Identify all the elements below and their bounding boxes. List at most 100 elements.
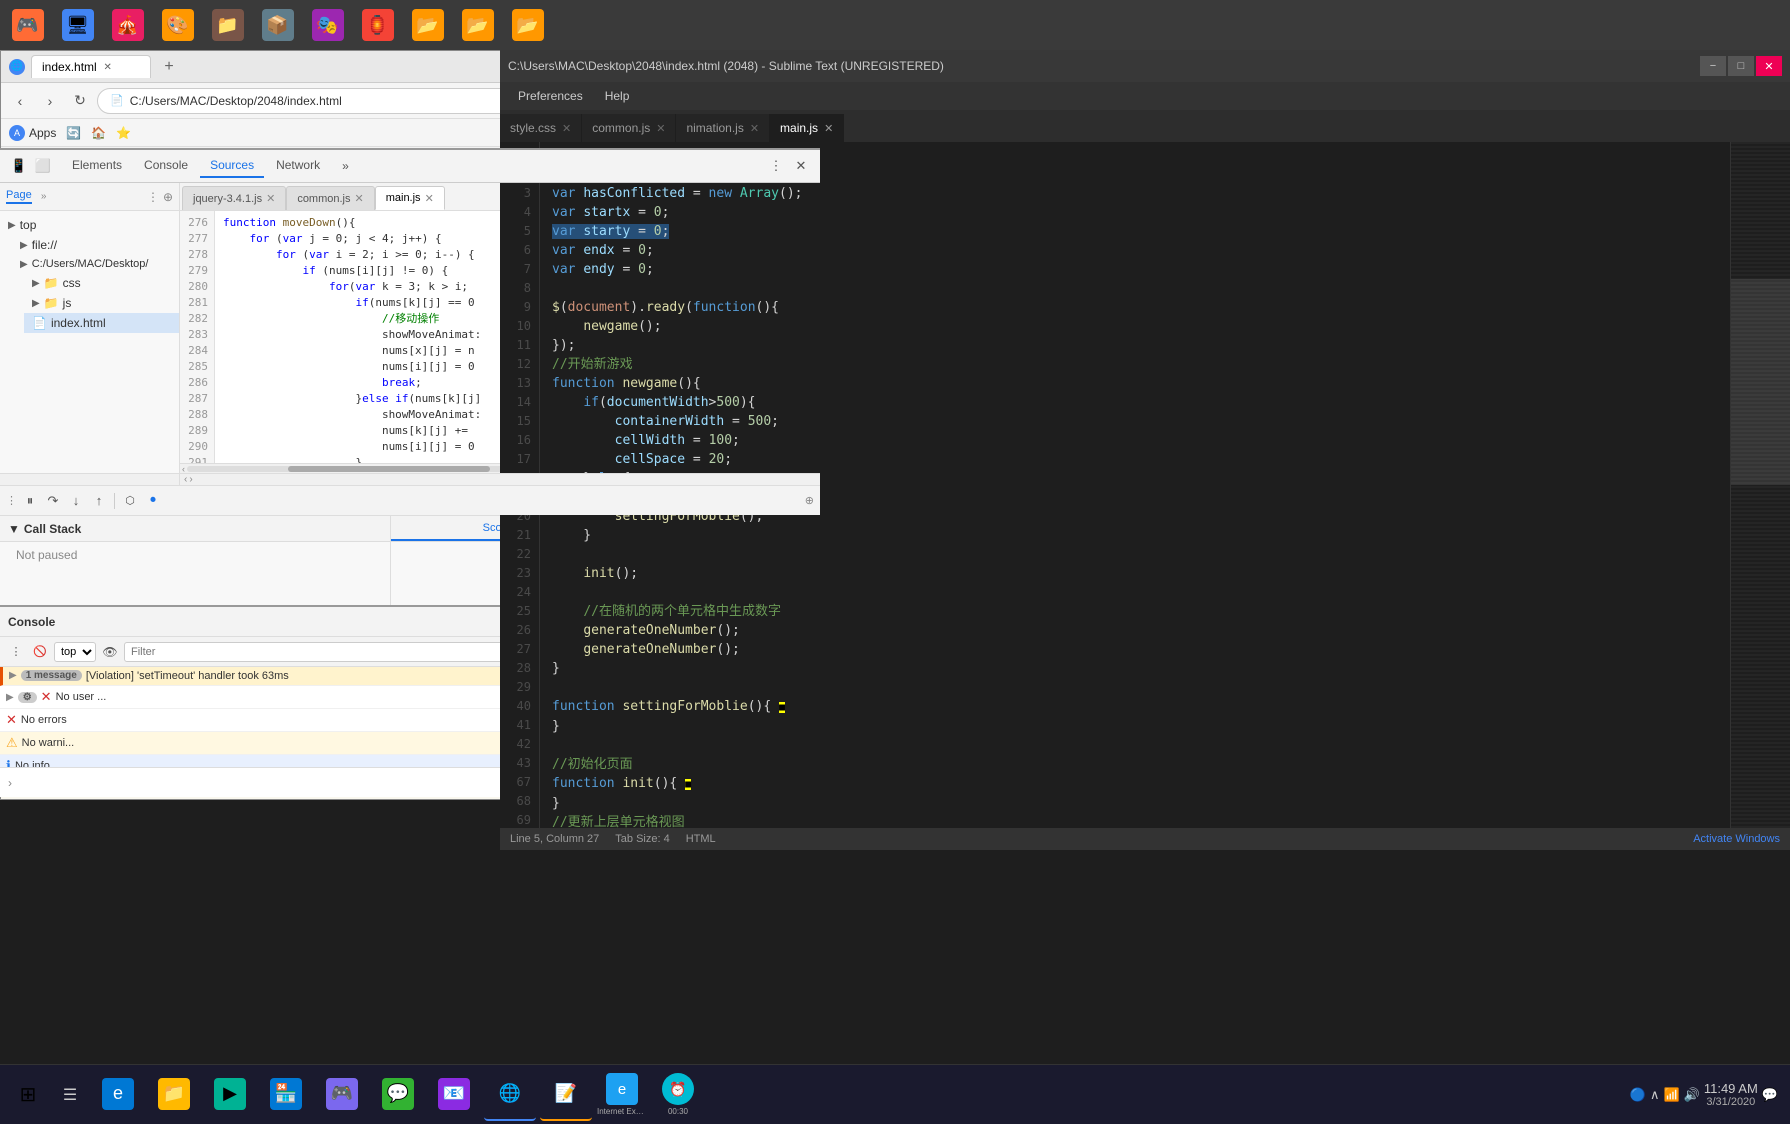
tray-volume-icon[interactable]: 🔊 (1684, 1087, 1700, 1103)
tray-network-icon[interactable]: 📶 (1663, 1087, 1679, 1103)
taskbar-timer[interactable]: ⏰ 00:30 (652, 1069, 704, 1121)
taskbar-app5[interactable]: 🎮 (316, 1069, 368, 1121)
start-button[interactable]: ⊞ (8, 1075, 48, 1115)
tab-network[interactable]: Network (266, 154, 330, 178)
device-toggle-icon[interactable]: 📱 (8, 155, 30, 177)
step-into-button[interactable]: ↓ (66, 491, 86, 511)
sublime-tab-style-close[interactable]: ✕ (562, 122, 571, 135)
apps-bookmark[interactable]: A Apps (9, 125, 56, 141)
code-tab-common-close[interactable]: ✕ (355, 192, 364, 205)
hscroll-left-arrow[interactable]: ‹ (180, 464, 187, 474)
tab-close-button[interactable]: ✕ (101, 60, 115, 74)
sublime-preferences-menu[interactable]: Preferences (508, 85, 593, 107)
tab-console[interactable]: Console (134, 154, 198, 178)
code-tab-jquery[interactable]: jquery-3.4.1.js ✕ (182, 186, 286, 210)
statusbar-tab-size[interactable]: Tab Size: 4 (615, 833, 669, 845)
record-button[interactable]: ⏺ (143, 491, 163, 511)
desktop-icon-4[interactable]: 🎨 (155, 3, 200, 48)
desktop-icon-8[interactable]: 🏮 (355, 3, 400, 48)
taskbar-chrome[interactable]: 🌐 (484, 1069, 536, 1121)
sublime-help-menu[interactable]: Help (595, 85, 640, 107)
tree-js-folder[interactable]: ▶ 📁 js (24, 293, 179, 313)
deactivate-breakpoints-button[interactable]: ⬡ (120, 491, 140, 511)
page-tab[interactable]: Page (6, 189, 32, 204)
code-tab-common[interactable]: common.js ✕ (286, 186, 374, 210)
taskbar-app7[interactable]: 📧 (428, 1069, 480, 1121)
tab-sources[interactable]: Sources (200, 154, 264, 178)
browser-tab[interactable]: index.html ✕ (31, 55, 151, 78)
console-eye-icon[interactable]: 👁 (100, 642, 120, 662)
task-view-button[interactable]: ☰ (52, 1077, 88, 1113)
nav-arrow-left[interactable]: ‹ (184, 474, 187, 485)
taskbar-edge[interactable]: e (92, 1069, 144, 1121)
tree-index-file[interactable]: 📄 index.html (24, 313, 179, 333)
taskbar-app6[interactable]: 💬 (372, 1069, 424, 1121)
desktop-icon-1[interactable]: 🎮 (5, 3, 50, 48)
file-tree-options-icon[interactable]: ⋮ (147, 190, 159, 204)
sublime-tab-common[interactable]: common.js ✕ (582, 114, 676, 142)
console-clear-icon[interactable]: 🚫 (30, 642, 50, 662)
taskbar-clock[interactable]: 11:49 AM 3/31/2020 (1704, 1081, 1758, 1108)
new-tab-button[interactable]: + (157, 55, 181, 79)
notifications-icon[interactable]: 💬 (1762, 1087, 1778, 1103)
inspect-icon[interactable]: ⬜ (32, 155, 54, 177)
desktop-icon-3[interactable]: 🎪 (105, 3, 150, 48)
sublime-minimize-button[interactable]: − (1700, 56, 1726, 76)
violation-badge: 1 message (21, 670, 82, 681)
sublime-tab-style[interactable]: style.css ✕ (500, 114, 582, 142)
reload-button[interactable]: ↻ (67, 88, 93, 114)
pause-resume-button[interactable]: ⏸ (20, 491, 40, 511)
taskbar-sublime[interactable]: 📝 (540, 1069, 592, 1121)
devtools-close-icon[interactable]: ✕ (790, 155, 812, 177)
sublime-tab-main-active[interactable]: main.js ✕ (770, 114, 844, 142)
tree-css-folder[interactable]: ▶ 📁 css (24, 273, 179, 293)
console-menu-icon[interactable]: ⋮ (6, 642, 26, 662)
code-tab-main[interactable]: main.js ✕ (375, 186, 445, 210)
sublime-close-button[interactable]: ✕ (1756, 56, 1782, 76)
breakpoints-toggle[interactable]: ⊕ (805, 494, 814, 507)
statusbar-line-col[interactable]: Line 5, Column 27 (510, 833, 599, 845)
sublime-maximize-button[interactable]: □ (1728, 56, 1754, 76)
desktop-icon-6[interactable]: 📦 (255, 3, 300, 48)
tray-icon2[interactable]: ∧ (1650, 1087, 1660, 1103)
violation-expand-icon[interactable]: ▶ (9, 670, 17, 681)
tray-icon1[interactable]: 🔵 (1630, 1087, 1646, 1103)
taskbar-explorer[interactable]: 📁 (148, 1069, 200, 1121)
desktop-icon-2[interactable]: 🖥 (55, 3, 100, 48)
user-expand-icon[interactable]: ▶ (6, 692, 14, 703)
desktop-icon-9[interactable]: 📂 (405, 3, 450, 48)
taskbar-ie[interactable]: e Internet Explorer (596, 1069, 648, 1121)
desktop-icon-7[interactable]: 🎭 (305, 3, 350, 48)
bookmark-2[interactable]: 🔄 (66, 126, 81, 140)
devtools-more-button[interactable]: » (332, 155, 359, 177)
tree-top[interactable]: ▶ top (0, 215, 179, 235)
nav-arrow-right[interactable]: › (189, 474, 192, 485)
sublime-tab-main-close[interactable]: ✕ (824, 122, 833, 135)
devtools-settings-icon[interactable]: ⋮ (765, 155, 787, 177)
statusbar-syntax[interactable]: HTML (686, 833, 716, 845)
bookmark-4[interactable]: ⭐ (116, 126, 131, 140)
sublime-tab-animation[interactable]: nimation.js ✕ (676, 114, 770, 142)
step-out-button[interactable]: ↑ (89, 491, 109, 511)
bookmark-3[interactable]: 🏠 (91, 126, 106, 140)
callstack-header[interactable]: ▼ Call Stack (0, 516, 390, 542)
console-context-select[interactable]: top (54, 642, 96, 662)
taskbar-media[interactable]: ▶ (204, 1069, 256, 1121)
desktop-icon-11[interactable]: 📂 (505, 3, 550, 48)
tree-path[interactable]: ▶ C:/Users/MAC/Desktop/ (12, 255, 179, 273)
forward-button[interactable]: › (37, 88, 63, 114)
back-button[interactable]: ‹ (7, 88, 33, 114)
file-tree-more-icon[interactable]: » (36, 189, 52, 205)
sublime-tab-common-close[interactable]: ✕ (656, 122, 665, 135)
code-tab-main-close[interactable]: ✕ (425, 192, 434, 205)
sync-icon[interactable]: ⊕ (163, 190, 173, 204)
desktop-icon-5[interactable]: 📁 (205, 3, 250, 48)
sublime-tab-animation-close[interactable]: ✕ (750, 122, 759, 135)
step-over-button[interactable]: ↷ (43, 491, 63, 511)
tab-elements[interactable]: Elements (62, 154, 132, 178)
taskbar-store[interactable]: 🏪 (260, 1069, 312, 1121)
tree-file[interactable]: ▶ file:// (12, 235, 179, 255)
code-tab-jquery-close[interactable]: ✕ (266, 192, 275, 205)
desktop-icon-10[interactable]: 📂 (455, 3, 500, 48)
activate-windows-text[interactable]: Activate Windows (1693, 833, 1780, 845)
